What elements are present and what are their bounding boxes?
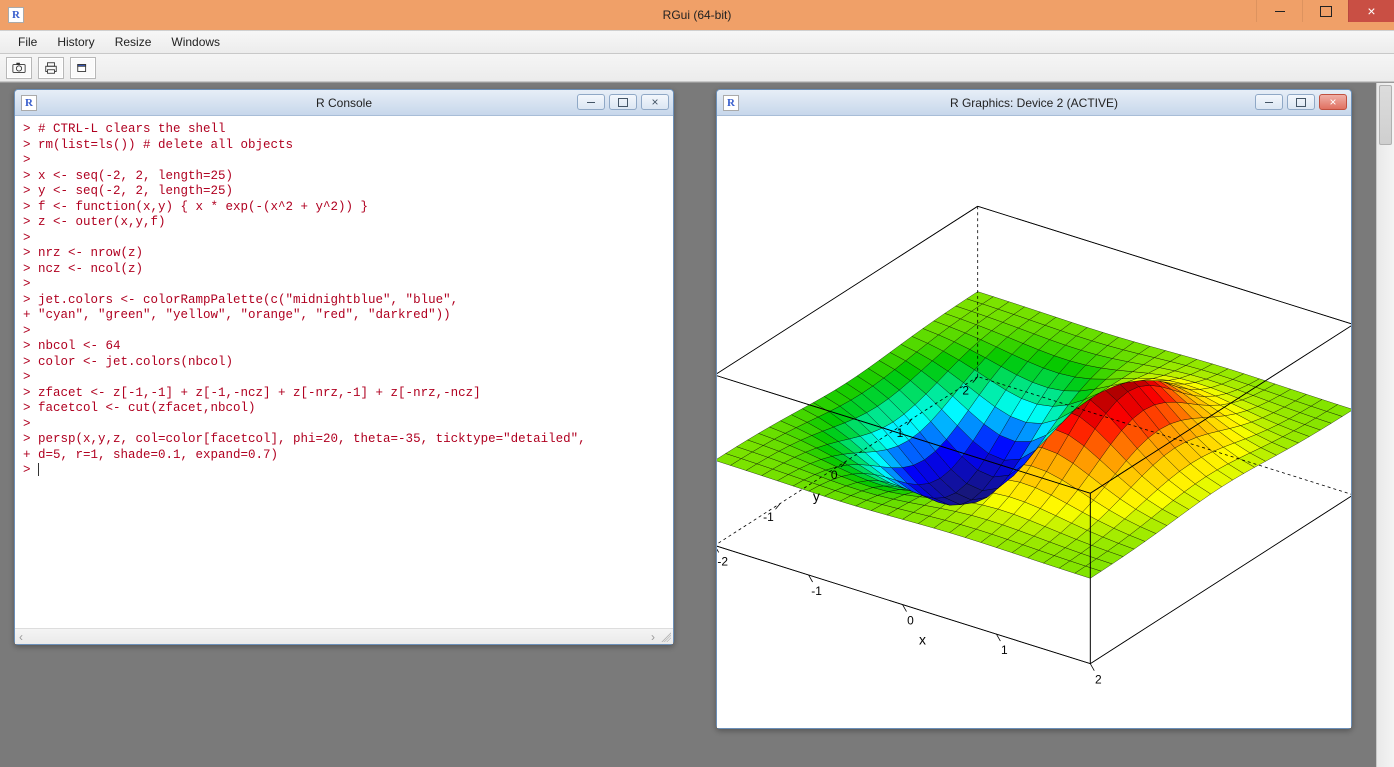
scrollbar-thumb[interactable] bbox=[1379, 85, 1392, 145]
console-close-button[interactable] bbox=[641, 94, 669, 110]
main-titlebar[interactable]: R RGui (64-bit) bbox=[0, 0, 1394, 30]
console-maximize-button[interactable] bbox=[609, 94, 637, 110]
persp-plot: -0.4-0.20.00.20.4z-2-1012x-2-1012y bbox=[717, 116, 1351, 728]
svg-text:2: 2 bbox=[1095, 673, 1102, 687]
svg-text:-1: -1 bbox=[763, 510, 774, 524]
svg-text:-2: -2 bbox=[717, 554, 728, 568]
menu-file[interactable]: File bbox=[8, 33, 47, 51]
mdi-vertical-scrollbar[interactable] bbox=[1376, 83, 1394, 767]
graphics-close-button[interactable] bbox=[1319, 94, 1347, 110]
console-window-buttons bbox=[577, 94, 669, 110]
mdi-client-area: R R Console > # CTRL-L clears the shell … bbox=[0, 82, 1394, 767]
graphics-minimize-button[interactable] bbox=[1255, 94, 1283, 110]
menu-windows[interactable]: Windows bbox=[161, 33, 230, 51]
menu-history[interactable]: History bbox=[47, 33, 104, 51]
console-titlebar[interactable]: R R Console bbox=[15, 90, 673, 116]
graphics-canvas: -0.4-0.20.00.20.4z-2-1012x-2-1012y bbox=[717, 116, 1351, 728]
svg-text:x: x bbox=[919, 631, 926, 647]
menubar: File History Resize Windows bbox=[0, 30, 1394, 54]
console-window: R R Console > # CTRL-L clears the shell … bbox=[14, 89, 674, 645]
svg-text:1: 1 bbox=[1001, 643, 1008, 657]
svg-text:y: y bbox=[813, 488, 820, 504]
svg-text:1: 1 bbox=[897, 426, 904, 440]
console-text-area[interactable]: > # CTRL-L clears the shell > rm(list=ls… bbox=[15, 116, 673, 644]
graphics-window-buttons bbox=[1255, 94, 1347, 110]
close-button[interactable] bbox=[1348, 0, 1394, 22]
graphics-window: R R Graphics: Device 2 (ACTIVE) -0.4-0.2… bbox=[716, 89, 1352, 729]
graphics-titlebar[interactable]: R R Graphics: Device 2 (ACTIVE) bbox=[717, 90, 1351, 116]
console-minimize-button[interactable] bbox=[577, 94, 605, 110]
svg-text:0: 0 bbox=[831, 468, 838, 482]
console-window-title: R Console bbox=[15, 96, 673, 110]
main-window-title: RGui (64-bit) bbox=[0, 8, 1394, 22]
main-window-buttons bbox=[1256, 0, 1394, 22]
minimize-button[interactable] bbox=[1256, 0, 1302, 22]
toolbar bbox=[0, 54, 1394, 82]
menu-resize[interactable]: Resize bbox=[105, 33, 162, 51]
printer-icon[interactable] bbox=[38, 57, 64, 79]
main-window: R RGui (64-bit) File History Resize Wind… bbox=[0, 0, 1394, 767]
console-horizontal-scrollbar[interactable] bbox=[15, 628, 673, 644]
svg-text:0: 0 bbox=[907, 613, 914, 627]
console-resize-grip[interactable] bbox=[659, 630, 671, 642]
maximize-button[interactable] bbox=[1302, 0, 1348, 22]
windows-icon[interactable] bbox=[70, 57, 96, 79]
camera-icon[interactable] bbox=[6, 57, 32, 79]
svg-text:-1: -1 bbox=[811, 584, 822, 598]
graphics-maximize-button[interactable] bbox=[1287, 94, 1315, 110]
svg-text:2: 2 bbox=[962, 384, 969, 398]
